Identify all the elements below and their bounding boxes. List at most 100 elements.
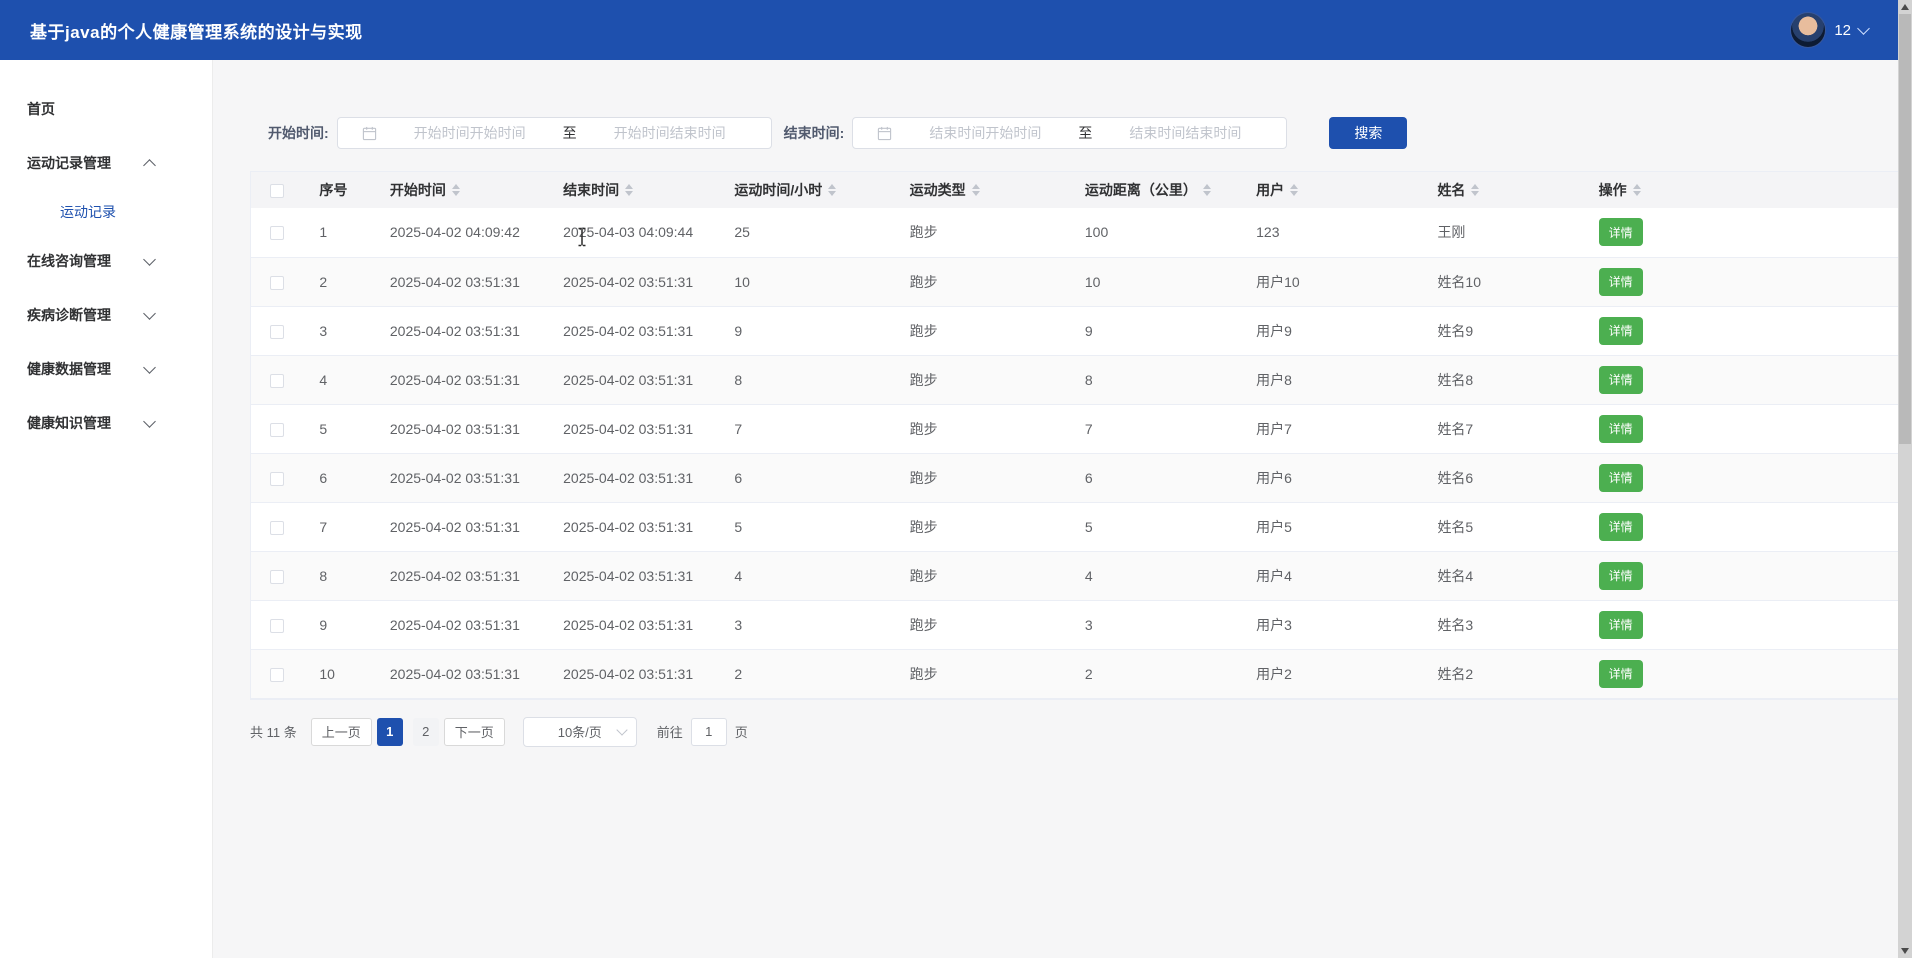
page-size-select[interactable]: 10条/页 [523,717,637,747]
search-button[interactable]: 搜索 [1329,117,1407,149]
cell-type: 跑步 [894,257,1069,306]
sort-carets-icon[interactable] [452,184,460,196]
cell-user: 用户2 [1240,649,1421,698]
sidebar-item-health-data[interactable]: 健康数据管理 [0,342,212,396]
cell-distance: 3 [1069,600,1240,649]
row-checkbox[interactable] [270,619,284,633]
cell-name: 姓名3 [1421,600,1582,649]
vertical-scrollbar[interactable] [1898,0,1912,958]
column-header[interactable]: 开始时间 [374,172,547,208]
records-table: 序号 开始时间 结束时间 运动时间/小时 运动类型 运动距离（公里） [250,171,1899,700]
sort-carets-icon[interactable] [1203,184,1211,196]
cell-end-time: 2025-04-03 04:09:44 [547,208,718,257]
page-button-2[interactable]: 2 [413,718,439,746]
prev-page-button[interactable]: 上一页 [311,718,372,746]
row-checkbox[interactable] [270,472,284,486]
select-all-checkbox[interactable] [270,184,284,198]
table-row: 10 2025-04-02 03:51:31 2025-04-02 03:51:… [251,649,1898,698]
cell-type: 跑步 [894,649,1069,698]
sort-carets-icon[interactable] [1633,184,1641,196]
sort-carets-icon[interactable] [625,184,633,196]
goto-page-input[interactable] [691,718,727,746]
column-header-label: 运动距离（公里） [1085,180,1197,200]
detail-button[interactable]: 详情 [1599,268,1643,296]
row-checkbox[interactable] [270,374,284,388]
end-time-range-picker[interactable]: 至 [852,117,1287,149]
cell-type: 跑步 [894,502,1069,551]
cell-index: 9 [303,600,374,649]
cell-name: 姓名2 [1421,649,1582,698]
cell-hours: 4 [718,551,893,600]
row-checkbox[interactable] [270,521,284,535]
column-header-label: 结束时间 [563,180,619,200]
cell-index: 5 [303,404,374,453]
detail-button[interactable]: 详情 [1599,611,1643,639]
sidebar-item-home[interactable]: 首页 [0,82,212,136]
next-page-button[interactable]: 下一页 [444,718,505,746]
column-header[interactable]: 姓名 [1421,172,1582,208]
end-time-from-input[interactable] [898,125,1072,141]
sort-carets-icon[interactable] [828,184,836,196]
cell-distance: 7 [1069,404,1240,453]
app-header: 基于java的个人健康管理系统的设计与实现 12 [0,0,1912,60]
start-time-from-input[interactable] [383,125,557,141]
scrollbar-thumb[interactable] [1899,14,1911,444]
sort-carets-icon[interactable] [1290,184,1298,196]
cell-user: 用户5 [1240,502,1421,551]
end-time-label: 结束时间: [784,123,845,143]
cell-start-time: 2025-04-02 03:51:31 [374,306,547,355]
cell-user: 用户8 [1240,355,1421,404]
row-checkbox[interactable] [270,325,284,339]
chevron-down-icon [143,307,156,320]
start-time-range-picker[interactable]: 至 [337,117,772,149]
sort-carets-icon[interactable] [1471,184,1479,196]
chevron-up-icon [143,159,156,172]
cell-index: 1 [303,208,374,257]
row-checkbox[interactable] [270,423,284,437]
column-header[interactable]: 操作 [1583,172,1898,208]
row-checkbox[interactable] [270,276,284,290]
column-header[interactable]: 结束时间 [547,172,718,208]
pagination-bar: 共 11 条 上一页 1 2 下一页 10条/页 前往 页 [250,717,1899,747]
cell-index: 4 [303,355,374,404]
row-checkbox[interactable] [270,570,284,584]
user-menu[interactable]: 12 [1790,12,1868,48]
user-avatar[interactable] [1790,12,1826,48]
cell-index: 7 [303,502,374,551]
sort-carets-icon[interactable] [972,184,980,196]
column-header[interactable]: 运动距离（公里） [1069,172,1240,208]
detail-button[interactable]: 详情 [1599,513,1643,541]
cell-start-time: 2025-04-02 03:51:31 [374,600,547,649]
sidebar-item-disease-diagnosis[interactable]: 疾病诊断管理 [0,288,212,342]
detail-button[interactable]: 详情 [1599,218,1643,246]
page-button-1[interactable]: 1 [377,718,403,746]
detail-button[interactable]: 详情 [1599,415,1643,443]
cell-end-time: 2025-04-02 03:51:31 [547,649,718,698]
scroll-up-icon[interactable] [1901,4,1909,10]
detail-button[interactable]: 详情 [1599,660,1643,688]
table-row: 2 2025-04-02 03:51:31 2025-04-02 03:51:3… [251,257,1898,306]
column-header[interactable]: 用户 [1240,172,1421,208]
detail-button[interactable]: 详情 [1599,366,1643,394]
cell-index: 6 [303,453,374,502]
row-checkbox[interactable] [270,226,284,240]
start-time-to-input[interactable] [583,125,757,141]
detail-button[interactable]: 详情 [1599,562,1643,590]
row-checkbox[interactable] [270,668,284,682]
detail-button[interactable]: 详情 [1599,317,1643,345]
table-row: 3 2025-04-02 03:51:31 2025-04-02 03:51:3… [251,306,1898,355]
detail-button[interactable]: 详情 [1599,464,1643,492]
column-header[interactable]: 运动时间/小时 [718,172,893,208]
sidebar-item-sport-records[interactable]: 运动记录管理 [0,136,212,190]
sidebar-subitem-sport-record[interactable]: 运动记录 [0,190,212,234]
sidebar-item-health-knowledge[interactable]: 健康知识管理 [0,396,212,450]
sidebar-item-online-consult[interactable]: 在线咨询管理 [0,234,212,288]
start-time-label: 开始时间: [268,123,329,143]
cell-name: 姓名5 [1421,502,1582,551]
cell-user: 用户10 [1240,257,1421,306]
chevron-down-icon [143,361,156,374]
scroll-down-icon[interactable] [1901,948,1909,954]
column-header[interactable]: 序号 [303,172,374,208]
end-time-to-input[interactable] [1098,125,1272,141]
column-header[interactable]: 运动类型 [894,172,1069,208]
